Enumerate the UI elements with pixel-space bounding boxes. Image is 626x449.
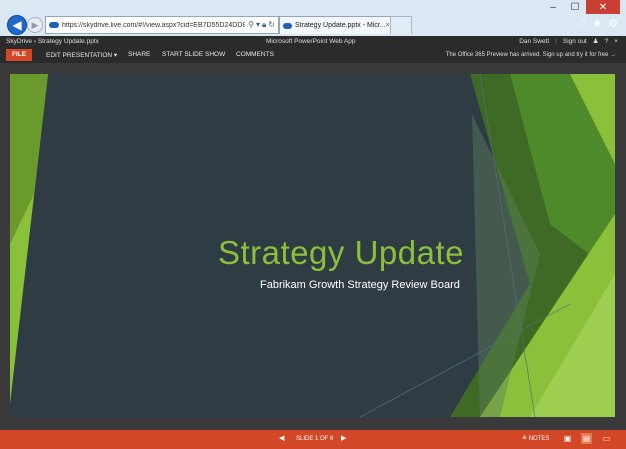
- home-icon[interactable]: ⌂: [580, 17, 587, 30]
- settings-icon[interactable]: ⚙: [608, 17, 618, 30]
- editing-view-icon[interactable]: ▣: [562, 433, 573, 444]
- slide-show-view-icon[interactable]: ▭: [601, 433, 612, 444]
- dropdown-icon[interactable]: ▾: [256, 20, 260, 30]
- start-slide-show-tab[interactable]: START SLIDE SHOW: [162, 51, 225, 58]
- url-text[interactable]: https://skydrive.live.com/#!/view.aspx?c…: [62, 22, 245, 29]
- status-bar: ◀ SLIDE 1 OF 6 ▶ ≜ NOTES ▣ ▤ ▭: [0, 430, 626, 449]
- divider: |: [555, 37, 557, 45]
- navigation-bar: ◀ ▶ https://skydrive.live.com/#!/view.as…: [0, 14, 626, 36]
- slide-stage: Strategy Update Fabrikam Growth Strategy…: [0, 63, 626, 430]
- app-header: SkyDrive › Strategy Update.pptx Microsof…: [0, 36, 626, 48]
- promo-link[interactable]: The Office 365 Preview has arrived. Sign…: [446, 52, 616, 58]
- slide-counter: SLIDE 1 OF 6: [296, 436, 334, 442]
- user-icon[interactable]: ♟: [593, 37, 599, 45]
- new-tab-button[interactable]: [390, 16, 412, 34]
- previous-slide-button[interactable]: ◀: [279, 434, 284, 442]
- browser-window: – ☐ ✕ ◀ ▶ https://skydrive.live.com/#!/v…: [0, 0, 626, 449]
- browser-tools: ⌂ ★ ⚙: [580, 17, 618, 30]
- reading-view-icon[interactable]: ▤: [581, 433, 592, 444]
- notes-button[interactable]: ≜ NOTES: [522, 435, 549, 442]
- back-button[interactable]: ◀: [7, 15, 27, 35]
- refresh-icon[interactable]: ↻: [268, 20, 275, 30]
- slide-subtitle[interactable]: Fabrikam Growth Strategy Review Board: [260, 279, 460, 291]
- help-icon[interactable]: ?: [605, 38, 609, 45]
- ribbon: FILE EDIT PRESENTATION ▾ SHARE START SLI…: [0, 48, 626, 63]
- breadcrumb-separator: ›: [33, 38, 36, 45]
- next-slide-button[interactable]: ▶: [341, 434, 346, 442]
- minimize-button[interactable]: –: [542, 0, 564, 14]
- share-tab[interactable]: SHARE: [128, 51, 150, 58]
- sign-out-link[interactable]: Sign out: [563, 38, 587, 45]
- address-bar[interactable]: https://skydrive.live.com/#!/view.aspx?c…: [45, 16, 279, 34]
- slide-title[interactable]: Strategy Update: [218, 234, 464, 272]
- search-icon[interactable]: ⚲: [248, 20, 254, 30]
- lock-icon[interactable]: 🔒︎: [262, 20, 266, 30]
- file-tab[interactable]: FILE: [6, 49, 32, 61]
- breadcrumb-file: Strategy Update.pptx: [37, 38, 99, 45]
- user-area: Dan Swett | Sign out ♟ ? ×: [519, 37, 618, 46]
- skydrive-tab-icon: [283, 22, 292, 29]
- skydrive-cloud-icon: [49, 22, 59, 28]
- app-title: Microsoft PowerPoint Web App: [266, 38, 356, 45]
- user-name[interactable]: Dan Swett: [519, 38, 549, 45]
- address-tools: ⚲ ▾ 🔒︎ ↻: [245, 20, 278, 30]
- close-app-icon[interactable]: ×: [614, 38, 618, 45]
- tab-title: Strategy Update.pptx - Micr...: [295, 22, 386, 29]
- breadcrumb-skydrive[interactable]: SkyDrive: [6, 38, 32, 45]
- close-button[interactable]: ✕: [586, 0, 620, 14]
- breadcrumb: SkyDrive › Strategy Update.pptx: [6, 38, 99, 45]
- window-controls: – ☐ ✕: [542, 0, 620, 14]
- slide-canvas[interactable]: Strategy Update Fabrikam Growth Strategy…: [10, 74, 615, 417]
- favorites-icon[interactable]: ★: [592, 17, 602, 30]
- tab-strategy-update[interactable]: Strategy Update.pptx - Micr... ×: [279, 16, 391, 34]
- edit-presentation-tab[interactable]: EDIT PRESENTATION ▾: [46, 51, 117, 59]
- comments-tab[interactable]: COMMENTS: [236, 51, 274, 58]
- forward-button[interactable]: ▶: [27, 17, 43, 33]
- maximize-button[interactable]: ☐: [564, 0, 586, 14]
